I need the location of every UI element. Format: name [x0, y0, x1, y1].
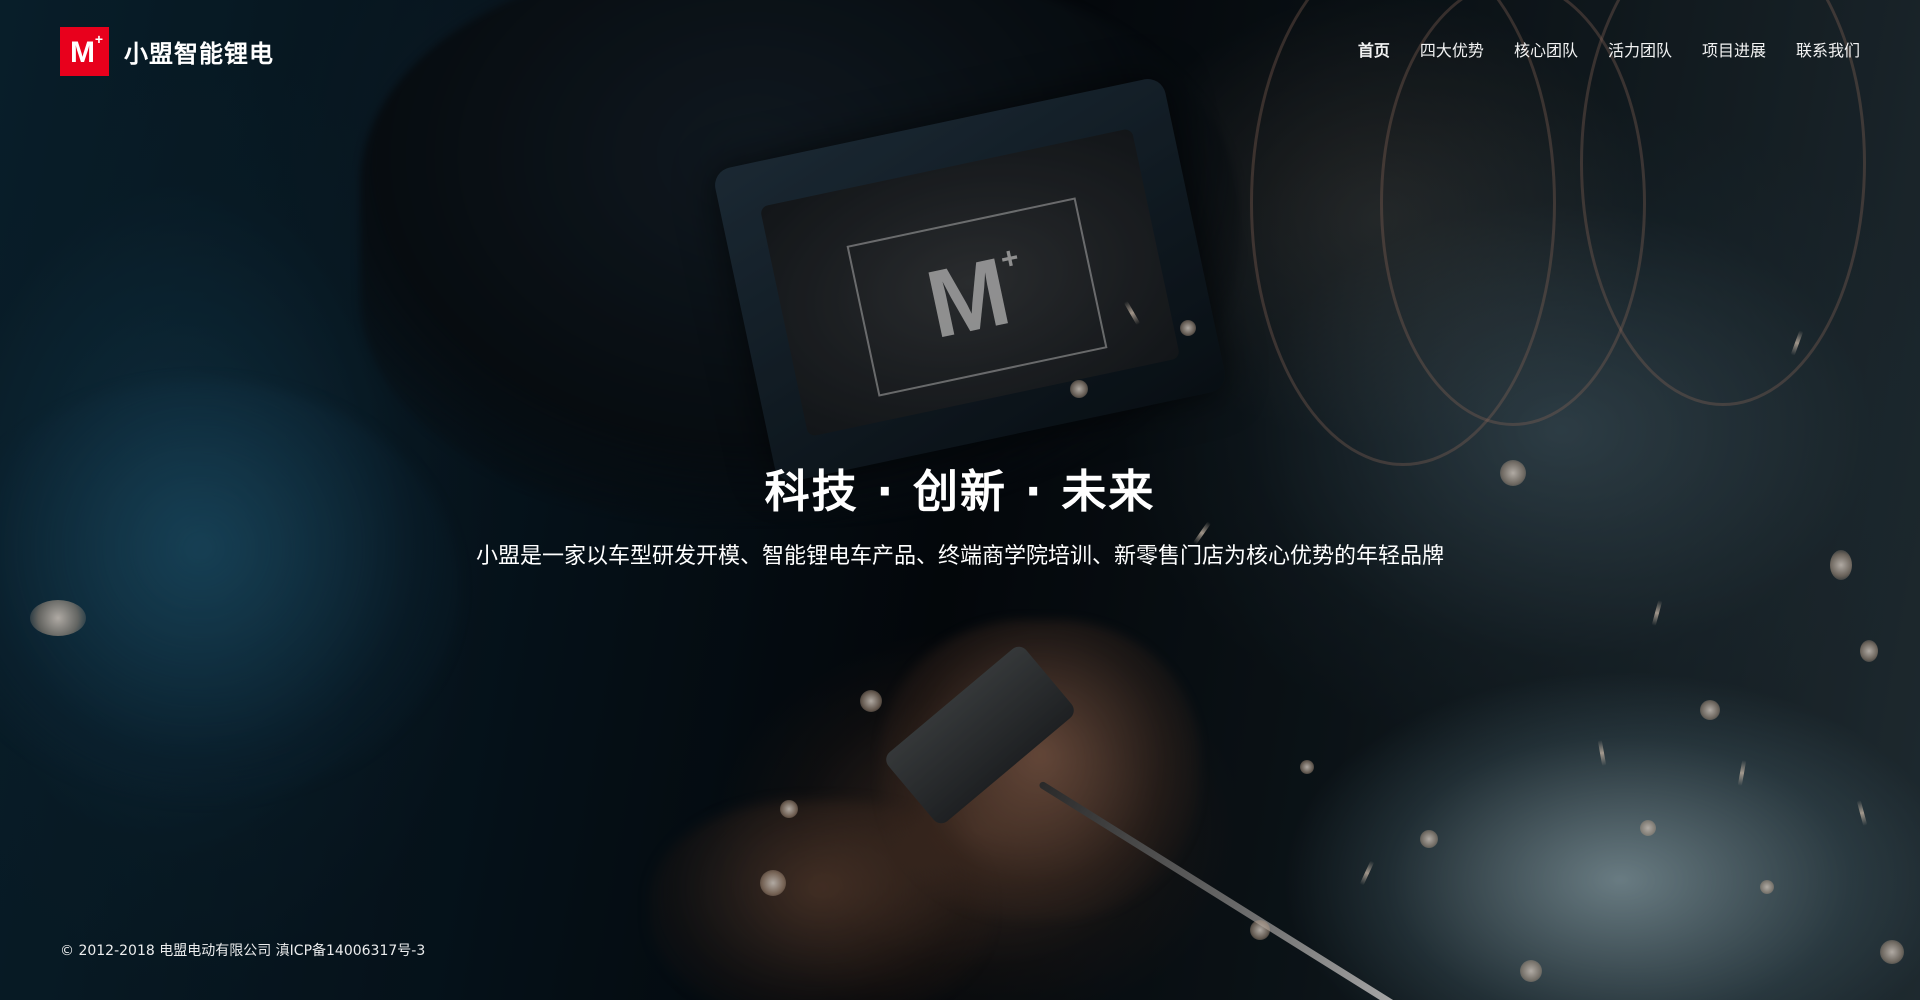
nav-item-contact[interactable]: 联系我们 — [1796, 37, 1860, 61]
brand-logo[interactable]: M + 小盟智能锂电 — [60, 27, 274, 76]
nav-item-home[interactable]: 首页 — [1358, 37, 1390, 61]
nav-item-active-team[interactable]: 活力团队 — [1608, 37, 1672, 61]
landing-page: M + M + 小盟智能锂电 首页 四大优势 核心团队 活力团队 项目进展 联系… — [0, 0, 1920, 1000]
site-header: M + 小盟智能锂电 首页 四大优势 核心团队 活力团队 项目进展 联系我们 — [0, 0, 1920, 100]
brand-name: 小盟智能锂电 — [124, 40, 274, 68]
hero-title: 科技 · 创新 · 未来 — [764, 465, 1156, 518]
logo-icon: M + — [60, 27, 109, 76]
nav-item-core-team[interactable]: 核心团队 — [1514, 37, 1578, 61]
hero-subtitle: 小盟是一家以车型研发开模、智能锂电车产品、终端商学院培训、新零售门店为核心优势的… — [475, 544, 1444, 569]
nav-item-progress[interactable]: 项目进展 — [1702, 37, 1766, 61]
hero-section: 科技 · 创新 · 未来 小盟是一家以车型研发开模、智能锂电车产品、终端商学院培… — [0, 465, 1920, 573]
footer-copyright: © 2012-2018 电盟电动有限公司 滇ICP备14006317号-3 — [60, 943, 426, 959]
logo-mark-plus: + — [94, 31, 103, 47]
logo-mark-letter: M — [70, 35, 95, 69]
main-nav: 首页 四大优势 核心团队 活力团队 项目进展 联系我们 — [1328, 37, 1860, 61]
nav-item-advantages[interactable]: 四大优势 — [1420, 37, 1484, 61]
